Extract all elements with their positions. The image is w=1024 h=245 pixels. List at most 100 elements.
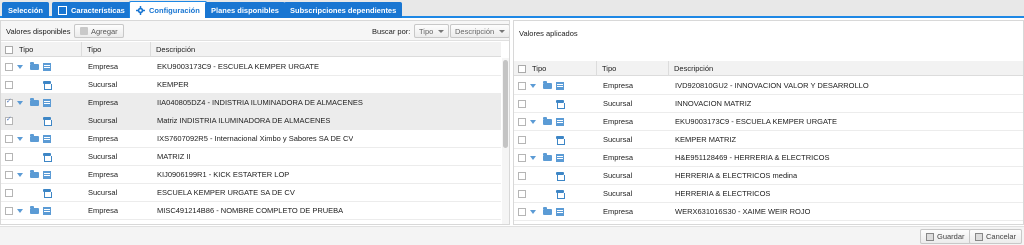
column-header-tipo[interactable]: Tipo [82, 42, 151, 57]
triangle-down-icon[interactable] [530, 210, 536, 214]
table-row[interactable]: Sucursal HERRERIA & ELECTRICOS medina [514, 167, 1023, 185]
building-icon [556, 82, 564, 90]
add-button[interactable]: Agregar [74, 24, 124, 38]
table-row[interactable]: Empresa KIJ0906199R1 - KICK ESTARTER LOP [1, 166, 501, 184]
column-header-descripcion[interactable]: Descripción [151, 42, 501, 57]
triangle-down-icon[interactable] [17, 65, 23, 69]
row-tipo: Empresa [603, 207, 634, 216]
save-button[interactable]: Guardar [920, 229, 971, 244]
vertical-scrollbar[interactable] [502, 58, 509, 224]
triangle-down-icon[interactable] [530, 84, 536, 88]
row-checkbox[interactable] [5, 115, 13, 125]
column-header-tipo[interactable]: Tipo [597, 61, 669, 76]
row-tipo: Empresa [603, 153, 634, 162]
tab-subscripciones-dependientes[interactable]: Subscripciones dependientes [284, 2, 403, 18]
column-header-label: Tipo [87, 45, 102, 54]
row-checkbox[interactable] [5, 135, 13, 143]
table-row[interactable]: Sucursal XAIME WEIR ROJO [514, 221, 1023, 224]
table-row[interactable]: Empresa WERX631016S30 - XAIME WEIR ROJO [514, 203, 1023, 221]
triangle-down-icon[interactable] [530, 120, 536, 124]
select-all-checkbox[interactable] [518, 65, 526, 73]
triangle-down-icon[interactable] [17, 209, 23, 213]
panel-toolbar: Valores disponibles Agregar Buscar por: … [1, 21, 509, 41]
table-row[interactable]: Sucursal KEMPER MATRIZ [514, 131, 1023, 149]
building-icon [556, 154, 564, 162]
row-checkbox[interactable] [518, 118, 526, 126]
triangle-down-icon[interactable] [17, 137, 23, 141]
row-checkbox[interactable] [5, 81, 13, 89]
row-tipo: Empresa [88, 170, 119, 179]
column-header-tipo-icon[interactable]: Tipo [14, 42, 82, 57]
row-tipo: Empresa [603, 117, 634, 126]
column-header-tipo-icon[interactable]: Tipo [527, 61, 597, 76]
panel-title: Valores disponibles [6, 27, 71, 36]
tab-seleccion[interactable]: Selección [2, 2, 50, 18]
row-checkbox[interactable] [518, 136, 526, 144]
table-row[interactable]: Empresa IXS7607092R5 - Internacional Ximb… [1, 130, 501, 148]
row-checkbox[interactable] [518, 190, 526, 198]
table-row[interactable]: Sucursal ESCUELA KEMPER URGATE SA DE CV [1, 184, 501, 202]
chevron-down-icon [499, 29, 506, 33]
folder-icon [543, 207, 552, 215]
row-descripcion: Matriz INDISTRIA ILUMINADORA DE ALMACENE… [157, 116, 331, 125]
row-checkbox[interactable] [5, 171, 13, 179]
triangle-down-icon[interactable] [17, 173, 23, 177]
store-icon [43, 117, 52, 126]
grid-header: Tipo Tipo Descripción [1, 42, 501, 57]
row-checkbox[interactable] [5, 63, 13, 71]
table-row[interactable]: Empresa EKU9003173C9 - ESCUELA KEMPER URG… [514, 113, 1023, 131]
tab-caracteristicas[interactable]: Características [52, 2, 131, 18]
tab-planes-disponibles[interactable]: Planes disponibles [205, 2, 285, 18]
table-row[interactable]: Sucursal MATRIZ II [1, 148, 501, 166]
gear-icon [136, 5, 145, 15]
row-descripcion: MATRIZ II [157, 152, 191, 161]
row-tipo: Empresa [88, 206, 119, 215]
tab-configuracion[interactable]: Configuración [129, 1, 207, 18]
row-tipo: Empresa [88, 98, 119, 107]
column-header-descripcion[interactable]: Descripción [669, 61, 1023, 76]
table-row[interactable]: Empresa MISC491214B86 - NOMBRE COMPLETO D… [1, 202, 501, 220]
store-icon [43, 153, 52, 162]
filter-tipo-dropdown[interactable]: Tipo [414, 24, 450, 38]
row-checkbox[interactable] [518, 172, 526, 180]
row-checkbox[interactable] [518, 100, 526, 108]
triangle-down-icon[interactable] [17, 101, 23, 105]
row-descripcion: KIJ0906199R1 - KICK ESTARTER LOP [157, 170, 290, 179]
select-all-checkbox[interactable] [5, 46, 13, 54]
row-checkbox[interactable] [5, 207, 13, 215]
row-checkbox[interactable] [518, 208, 526, 216]
search-by-label: Buscar por: [372, 27, 411, 36]
row-checkbox[interactable] [5, 153, 13, 161]
table-row[interactable]: Empresa EKU9003173C9 - ESCUELA KEMPER URG… [1, 58, 501, 76]
row-descripcion: KEMPER MATRIZ [675, 135, 737, 144]
row-descripcion: HERRERIA & ELECTRICOS medina [675, 171, 798, 180]
table-row[interactable]: Empresa IVD920810GU2 - INNOVACION VALOR Y… [514, 77, 1023, 95]
row-checkbox[interactable] [5, 97, 13, 107]
building-icon [43, 171, 51, 179]
table-row[interactable]: Sucursal KEMPER [1, 76, 501, 94]
table-row[interactable]: Empresa IIA040805DZ4 - INDISTRIA ILUMINAD… [1, 94, 501, 112]
row-checkbox[interactable] [518, 154, 526, 162]
column-header-label: Tipo [532, 64, 547, 73]
store-icon [556, 190, 565, 199]
row-checkbox[interactable] [5, 189, 13, 197]
row-checkbox[interactable] [518, 82, 526, 90]
filter-descripcion-dropdown[interactable]: Descripción [450, 24, 509, 38]
scrollbar-thumb[interactable] [503, 60, 508, 148]
triangle-down-icon[interactable] [530, 156, 536, 160]
table-row[interactable]: Empresa H&E951128469 - HERRERIA & ELECTRI… [514, 149, 1023, 167]
table-row[interactable]: Sucursal Matriz INDISTRIA ILUMINADORA DE … [1, 112, 501, 130]
tab-bar: Selección Características Configuración … [0, 0, 1024, 18]
table-row[interactable]: Sucursal INNOVACION MATRIZ [514, 95, 1023, 113]
row-descripcion: IIA040805DZ4 - INDISTRIA ILUMINADORA DE … [157, 98, 363, 107]
building-icon [43, 135, 51, 143]
available-values-list: Empresa EKU9003173C9 - ESCUELA KEMPER URG… [1, 58, 501, 220]
tab-label: Características [71, 5, 125, 15]
folder-icon [543, 81, 552, 89]
store-icon [43, 189, 52, 198]
footer-bar: Guardar Cancelar [0, 226, 1024, 245]
cancel-button[interactable]: Cancelar [969, 229, 1023, 244]
row-tipo: Sucursal [88, 152, 118, 161]
table-row[interactable]: Sucursal HERRERIA & ELECTRICOS [514, 185, 1023, 203]
store-icon [556, 136, 565, 145]
